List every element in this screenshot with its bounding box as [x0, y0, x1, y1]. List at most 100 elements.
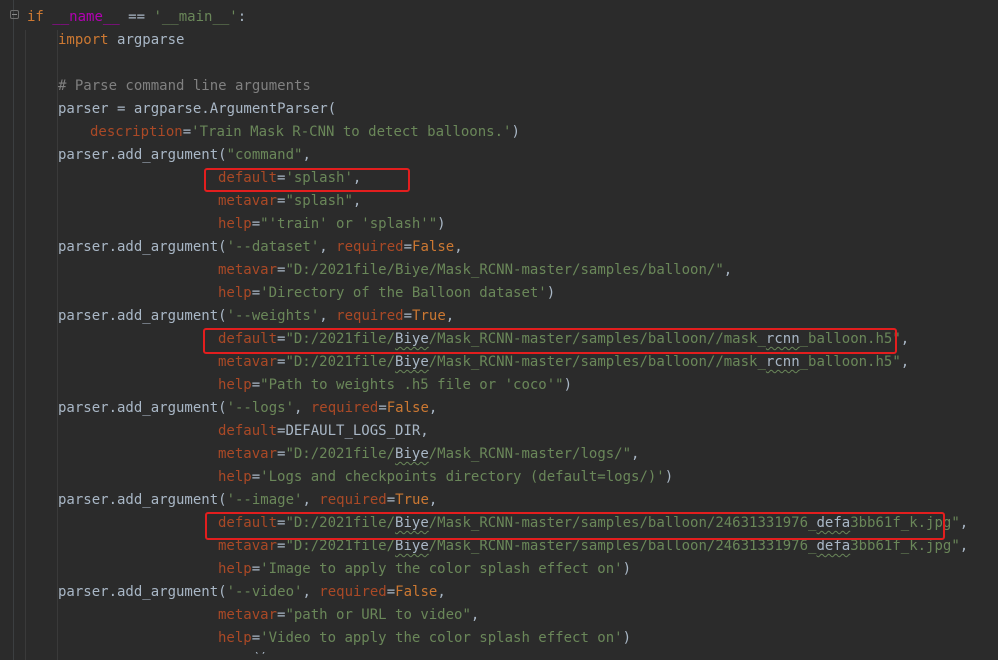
- code-token: =: [251, 469, 261, 485]
- code-token: ): [437, 216, 446, 232]
- code-token: help: [218, 216, 252, 232]
- code-token: =: [251, 377, 261, 393]
- code-token: =: [403, 308, 413, 324]
- code-token: __name__: [52, 9, 120, 25]
- code-token: required: [319, 584, 387, 600]
- code-line[interactable]: help='Image to apply the color splash ef…: [218, 558, 631, 581]
- code-token: parser.add_argument(: [58, 492, 227, 508]
- code-token: argparse: [117, 32, 185, 48]
- highlight-box-weights-default: [203, 328, 897, 354]
- code-token: /Mask_RCNN-master/logs/": [428, 446, 632, 462]
- code-token: metavar: [218, 607, 278, 623]
- code-token: help: [218, 285, 252, 301]
- code-token: parser.add_argument(: [58, 239, 227, 255]
- code-line[interactable]: parser.add_argument("command",: [58, 144, 311, 167]
- code-token: parser.add_argument(: [58, 400, 227, 416]
- code-token: =: [251, 285, 261, 301]
- code-token: '--weights': [226, 308, 320, 324]
- code-token: =: [251, 561, 261, 577]
- code-line[interactable]: metavar="path or URL to video",: [218, 604, 479, 627]
- code-token: rcnn: [765, 354, 800, 370]
- code-token: ,: [428, 400, 438, 416]
- code-token: required: [336, 308, 404, 324]
- code-token: parser.add_argument(: [58, 308, 227, 324]
- code-token: ): [622, 561, 632, 577]
- code-line-partial: (): [218, 652, 278, 660]
- code-token: "Path to weights .h5 file or 'coco'": [260, 377, 564, 393]
- code-token: ==: [119, 9, 154, 25]
- code-token: =: [182, 124, 192, 140]
- code-token: '__main__': [153, 9, 238, 25]
- code-token: 'Directory of the Balloon dataset': [260, 285, 547, 301]
- code-token: 'Image to apply the color splash effect …: [260, 561, 623, 577]
- code-line[interactable]: help="'train' or 'splash'"): [218, 213, 446, 236]
- code-line[interactable]: metavar="D:/2021file/Biye/Mask_RCNN-mast…: [218, 443, 639, 466]
- code-line[interactable]: (): [218, 652, 269, 660]
- code-token: ,: [319, 308, 337, 324]
- code-token: ,: [445, 308, 455, 324]
- code-line[interactable]: parser.add_argument('--dataset', require…: [58, 236, 463, 259]
- fold-collapse-icon[interactable]: [10, 10, 19, 19]
- code-token: ,: [631, 446, 640, 462]
- code-token: metavar: [218, 354, 278, 370]
- code-line[interactable]: parser.add_argument('--logs', required=F…: [58, 397, 437, 420]
- code-token: metavar: [218, 446, 278, 462]
- code-token: "D:/2021file/: [285, 354, 396, 370]
- code-token: False: [386, 400, 429, 416]
- code-token: ,: [723, 262, 733, 278]
- code-token: ): [511, 124, 520, 140]
- code-token: 'Video to apply the color splash effect …: [260, 630, 623, 646]
- code-token: True: [395, 492, 429, 508]
- code-token: "D:/2021file/: [285, 538, 396, 554]
- code-line[interactable]: help='Video to apply the color splash ef…: [218, 627, 631, 650]
- code-line[interactable]: metavar="D:/2021file/Biye/Mask_RCNN-mast…: [218, 259, 732, 282]
- code-token: ): [563, 377, 573, 393]
- code-token: metavar: [218, 538, 278, 554]
- code-line[interactable]: parser.add_argument('--weights', require…: [58, 305, 454, 328]
- code-token: =: [403, 239, 413, 255]
- code-token: required: [310, 400, 379, 416]
- code-line[interactable]: import argparse: [58, 29, 184, 52]
- code-token: '--image': [226, 492, 303, 508]
- code-token: parser.add_argument(: [58, 147, 227, 163]
- code-token: =: [386, 584, 396, 600]
- code-line[interactable]: metavar="D:/2021file/Biye/Mask_RCNN-mast…: [218, 351, 909, 374]
- code-token: /Mask_RCNN-master/samples/balloon//mask_: [428, 354, 766, 370]
- code-token: ): [546, 285, 556, 301]
- code-token: =: [386, 492, 396, 508]
- code-line[interactable]: parser.add_argument('--video', required=…: [58, 581, 446, 604]
- code-line[interactable]: description='Train Mask R-CNN to detect …: [90, 121, 520, 144]
- code-token: 3bb61f_k.jpg": [850, 538, 960, 554]
- code-token: help: [218, 630, 252, 646]
- code-line[interactable]: if __name__ == '__main__':: [27, 6, 246, 29]
- code-token: "'train' or 'splash'": [260, 216, 438, 232]
- code-line[interactable]: help='Logs and checkpoints directory (de…: [218, 466, 673, 489]
- code-token: (): [218, 652, 269, 656]
- code-token: Biye: [395, 354, 429, 370]
- code-token: =: [251, 216, 261, 232]
- code-token: help: [218, 469, 252, 485]
- code-token: ,: [302, 147, 311, 163]
- code-token: =: [378, 400, 387, 416]
- code-token: :: [237, 9, 247, 25]
- code-token: help: [218, 377, 252, 393]
- code-line[interactable]: help='Directory of the Balloon dataset'): [218, 282, 555, 305]
- code-line[interactable]: default=DEFAULT_LOGS_DIR,: [218, 420, 429, 443]
- code-token: =DEFAULT_LOGS_DIR,: [277, 423, 429, 439]
- code-token: ,: [900, 331, 910, 347]
- code-token: default: [218, 423, 278, 439]
- code-token: "D:/2021file/Biye/Mask_RCNN-master/sampl…: [285, 262, 724, 278]
- code-line[interactable]: metavar="splash",: [218, 190, 361, 213]
- code-token: required: [319, 492, 387, 508]
- code-token: False: [412, 239, 455, 255]
- code-line[interactable]: # Parse command line arguments: [58, 75, 311, 98]
- code-token: ,: [959, 515, 969, 531]
- code-token: '--video': [226, 584, 303, 600]
- code-line[interactable]: help="Path to weights .h5 file or 'coco'…: [218, 374, 572, 397]
- code-line[interactable]: parser = argparse.ArgumentParser(: [58, 98, 336, 121]
- code-token: _balloon.h5": [799, 354, 901, 370]
- code-token: ,: [454, 239, 463, 255]
- code-token: '--logs': [226, 400, 295, 416]
- code-token: metavar: [218, 262, 278, 278]
- code-line[interactable]: parser.add_argument('--image', required=…: [58, 489, 437, 512]
